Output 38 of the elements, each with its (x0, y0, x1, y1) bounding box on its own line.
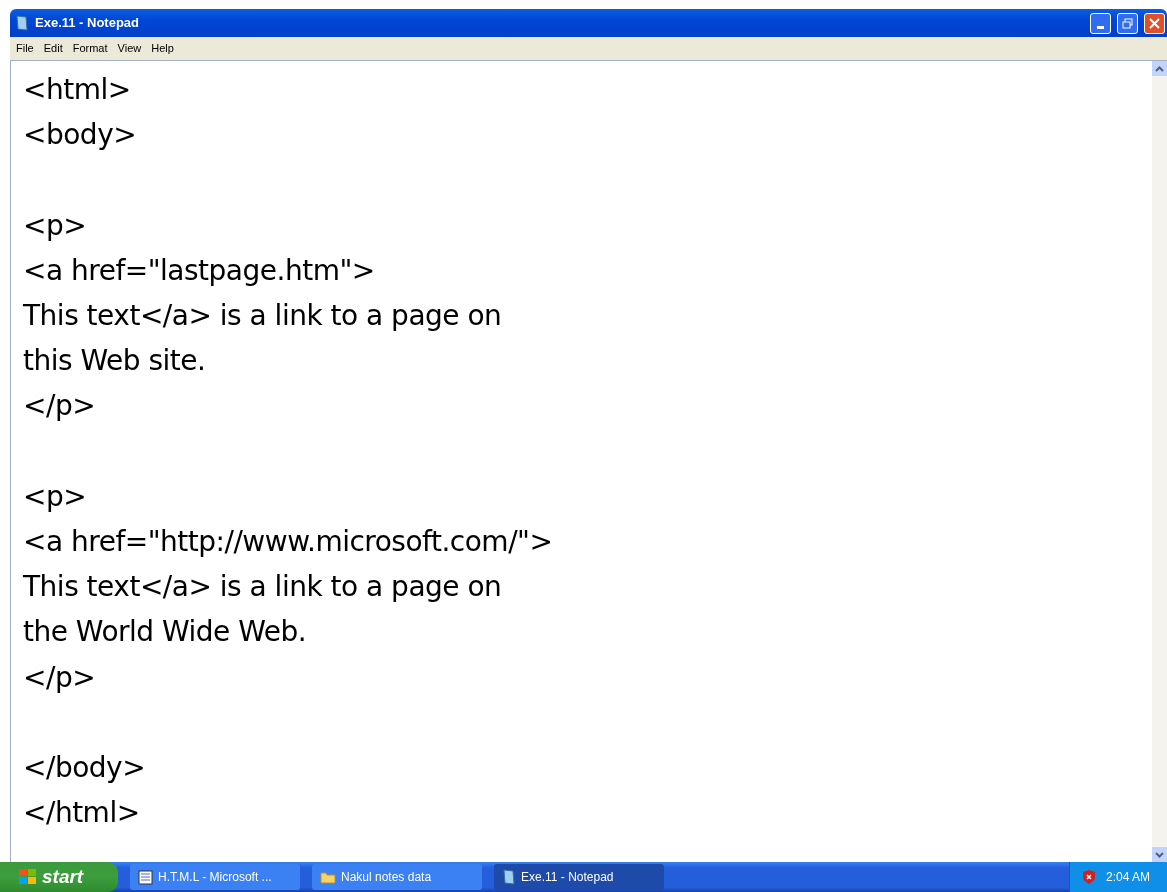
minimize-button[interactable] (1090, 12, 1111, 34)
scroll-bar[interactable] (1152, 61, 1167, 862)
taskbar-button[interactable]: Nakul notes data (312, 864, 482, 890)
window-title: Exe.11 - Notepad (35, 14, 141, 33)
code-line: </body> (23, 750, 146, 786)
code-line: This text</a> is a link to a page on (23, 569, 502, 606)
scroll-down-icon[interactable] (1152, 847, 1167, 862)
folder-icon (320, 870, 336, 884)
windows-logo (18, 868, 38, 886)
menu-item[interactable]: Edit (39, 40, 67, 57)
menu-item[interactable]: Format (68, 40, 112, 57)
close-button[interactable] (1144, 12, 1165, 34)
close-icon (1149, 17, 1160, 29)
code-line: <p> (23, 478, 87, 515)
document-icon (138, 869, 153, 885)
code-line: <p> (23, 207, 87, 244)
taskbar-button[interactable]: Exe.11 - Notepad (494, 864, 664, 890)
menu-item[interactable]: View (113, 40, 146, 57)
notepad-icon (15, 15, 29, 31)
code-line: the World Wide Web. (23, 614, 307, 651)
menu-item[interactable]: Help (147, 40, 178, 57)
code-line: <a href="http://www.microsoft.com/"> (23, 524, 553, 560)
code-line: <body> (23, 117, 137, 154)
notepad-icon (502, 869, 516, 885)
code-line: <a href="lastpage.htm"> (23, 252, 375, 289)
code-line: </html> (23, 795, 140, 832)
code-line: This text</a> is a link to a page on (23, 298, 502, 334)
shield-icon[interactable] (1082, 869, 1096, 885)
code-line: </p> (23, 659, 96, 696)
taskbar-button[interactable]: H.T.M.L - Microsoft ... (130, 864, 300, 890)
code-line: </p> (23, 388, 96, 425)
code-line: this Web site. (23, 343, 206, 380)
code-line: <html> (23, 72, 131, 108)
restore-button[interactable] (1117, 12, 1138, 34)
clock: 2:04 AM (1106, 869, 1151, 886)
scroll-up-icon[interactable] (1152, 61, 1167, 76)
restore-icon (1122, 17, 1133, 29)
menu-item[interactable]: File (12, 40, 38, 57)
